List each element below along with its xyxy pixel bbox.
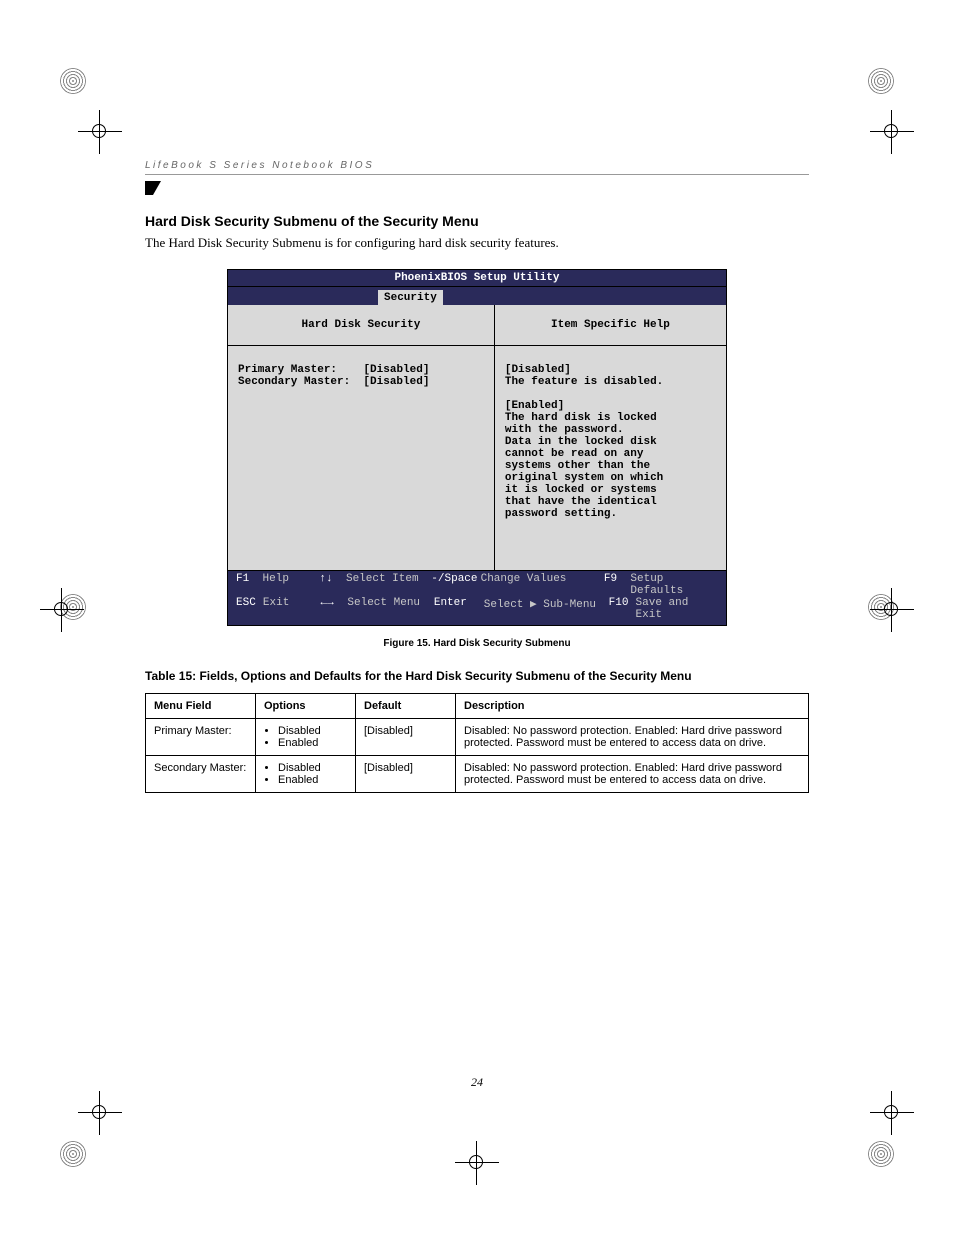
table-row: Primary Master: Disabled Enabled [Disabl… <box>146 719 809 756</box>
bios-screenshot: PhoenixBIOS Setup Utility Security Hard … <box>227 269 727 626</box>
td-description: Disabled: No password protection. Enable… <box>456 719 809 756</box>
secondary-master-value: [Disabled] <box>363 376 429 388</box>
footer-label-help: Help <box>263 573 320 597</box>
option-item: Enabled <box>278 737 347 749</box>
footer-key-enter: Enter <box>434 597 484 621</box>
footer-label-setup-defaults: Setup Defaults <box>630 573 718 597</box>
secondary-master-label: Secondary Master: <box>238 376 350 388</box>
bios-footer: F1 Help ↑↓ Select Item -/Space Change Va… <box>228 570 726 625</box>
td-default: [Disabled] <box>356 756 456 793</box>
td-options: Disabled Enabled <box>256 719 356 756</box>
footer-label-save-exit: Save and Exit <box>636 597 718 621</box>
th-options: Options <box>256 694 356 719</box>
primary-master-value: [Disabled] <box>363 364 429 376</box>
section-intro: The Hard Disk Security Submenu is for co… <box>145 235 809 251</box>
footer-label-select-submenu: Select ▶ Sub-Menu <box>484 597 609 621</box>
bios-left-panel-content: Primary Master: [Disabled] Secondary Mas… <box>228 346 494 570</box>
table-title: Table 15: Fields, Options and Defaults f… <box>145 669 809 683</box>
bios-tabbar: Security <box>228 287 726 305</box>
primary-master-label: Primary Master: <box>238 364 337 376</box>
td-default: [Disabled] <box>356 719 456 756</box>
footer-key-f10: F10 <box>609 597 636 621</box>
footer-key-f9: F9 <box>604 573 631 597</box>
bios-left-panel-title: Hard Disk Security <box>228 305 494 346</box>
footer-label-select-item: Select Item <box>346 573 431 597</box>
footer-label-exit: Exit <box>263 597 321 621</box>
figure-caption: Figure 15. Hard Disk Security Submenu <box>145 638 809 649</box>
footer-key-esc: ESC <box>236 597 263 621</box>
td-menu-field: Primary Master: <box>146 719 256 756</box>
crop-mark-icon <box>455 1141 499 1185</box>
th-description: Description <box>456 694 809 719</box>
footer-key-space: -/Space <box>431 573 480 597</box>
registration-mark-icon <box>60 1141 86 1167</box>
th-default: Default <box>356 694 456 719</box>
td-options: Disabled Enabled <box>256 756 356 793</box>
crop-mark-icon <box>78 1091 122 1135</box>
section-tab-marker <box>145 181 161 195</box>
bios-right-panel-title: Item Specific Help <box>495 305 726 346</box>
th-menu-field: Menu Field <box>146 694 256 719</box>
section-title: Hard Disk Security Submenu of the Securi… <box>145 213 809 229</box>
option-item: Disabled <box>278 762 347 774</box>
footer-key-arrows-lr: ←→ <box>321 597 348 621</box>
option-item: Enabled <box>278 774 347 786</box>
crop-mark-icon <box>870 1091 914 1135</box>
footer-key-arrows-ud: ↑↓ <box>319 573 346 597</box>
table-row: Secondary Master: Disabled Enabled [Disa… <box>146 756 809 793</box>
bios-tab-security: Security <box>378 290 443 305</box>
footer-label-select-menu: Select Menu <box>347 597 433 621</box>
footer-key-f1: F1 <box>236 573 263 597</box>
bios-titlebar: PhoenixBIOS Setup Utility <box>228 270 726 287</box>
option-item: Disabled <box>278 725 347 737</box>
td-description: Disabled: No password protection. Enable… <box>456 756 809 793</box>
table-header-row: Menu Field Options Default Description <box>146 694 809 719</box>
bios-help-text: [Disabled] The feature is disabled. [Ena… <box>495 346 726 570</box>
footer-label-change-values: Change Values <box>481 573 604 597</box>
registration-mark-icon <box>868 1141 894 1167</box>
running-header: LifeBook S Series Notebook BIOS <box>145 160 809 175</box>
field-table: Menu Field Options Default Description P… <box>145 693 809 793</box>
td-menu-field: Secondary Master: <box>146 756 256 793</box>
page-number: 24 <box>0 1075 954 1090</box>
